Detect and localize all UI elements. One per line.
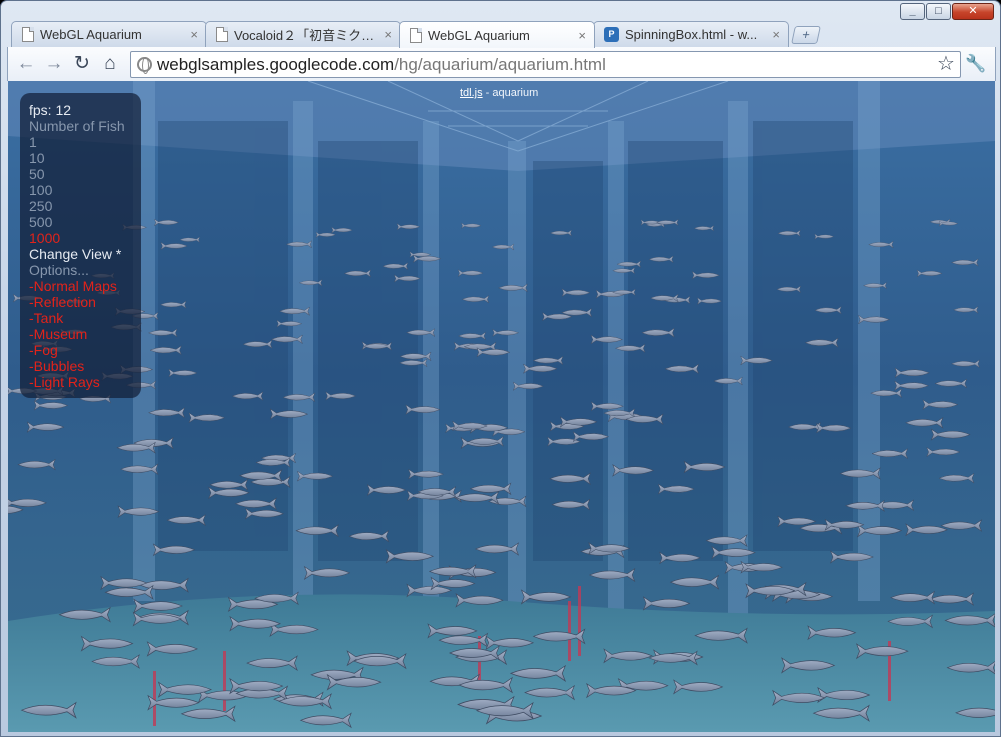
home-button[interactable]: ⌂: [98, 52, 122, 76]
toggle-light-rays[interactable]: -Light Rays: [29, 374, 141, 390]
page-icon: [22, 27, 34, 42]
tab-vocaloid[interactable]: Vocaloid２「初音ミク」... ×: [205, 21, 401, 47]
page-icon: [216, 27, 228, 42]
title-bar: _ □ ✕ WebGL Aquarium × Vocaloid２「初音ミク」..…: [1, 1, 1000, 49]
close-tab-icon[interactable]: ×: [578, 28, 586, 43]
url-host: webglsamples.googlecode.com: [157, 55, 395, 74]
change-view-button[interactable]: Change View *: [29, 246, 141, 262]
maximize-button[interactable]: □: [926, 3, 951, 20]
wrench-menu-icon[interactable]: 🔧: [965, 52, 986, 76]
p-icon: P: [604, 27, 619, 42]
fish-count-10[interactable]: 10: [29, 150, 141, 166]
credit-line: tdl.js - aquarium: [460, 87, 538, 99]
tab-title: Vocaloid２「初音ミク」...: [234, 28, 379, 43]
tab-title: SpinningBox.html - w...: [625, 27, 758, 42]
toggle-museum[interactable]: -Museum: [29, 326, 141, 342]
credit-text: - aquarium: [482, 87, 539, 99]
window-controls: _ □ ✕: [900, 3, 994, 20]
browser-window: _ □ ✕ WebGL Aquarium × Vocaloid２「初音ミク」..…: [0, 0, 1001, 737]
forward-button[interactable]: →: [42, 52, 66, 76]
globe-icon: [137, 57, 152, 74]
fish-count-50[interactable]: 50: [29, 166, 141, 182]
fish-count-100[interactable]: 100: [29, 182, 141, 198]
toggle-bubbles[interactable]: -Bubbles: [29, 358, 141, 374]
page-content: tdl.js - aquarium fps: 12 Number of Fish…: [8, 81, 995, 732]
number-of-fish-label: Number of Fish: [29, 118, 125, 134]
close-tab-icon[interactable]: ×: [190, 27, 198, 42]
close-tab-icon[interactable]: ×: [772, 27, 780, 42]
tab-title: WebGL Aquarium: [40, 27, 142, 42]
tab-title: WebGL Aquarium: [428, 27, 530, 43]
toggle-fog[interactable]: -Fog: [29, 342, 141, 358]
back-button[interactable]: ←: [14, 52, 38, 76]
close-tab-icon[interactable]: ×: [384, 27, 392, 42]
aquarium-scene[interactable]: [8, 81, 995, 732]
fish-count-250[interactable]: 250: [29, 198, 141, 214]
new-tab-button[interactable]: +: [791, 26, 821, 44]
reload-button[interactable]: ↻: [70, 52, 94, 76]
tab-webgl-aquarium-active[interactable]: WebGL Aquarium ×: [399, 21, 595, 48]
address-bar[interactable]: webglsamples.googlecode.com/hg/aquarium/…: [130, 51, 961, 78]
fish-count-500[interactable]: 500: [29, 214, 141, 230]
page-icon: [410, 27, 422, 43]
fps-readout: fps: 12: [29, 102, 72, 118]
fish-count-1000[interactable]: 1000: [29, 230, 141, 246]
tab-strip: WebGL Aquarium × Vocaloid２「初音ミク」... × We…: [11, 21, 821, 48]
toggle-tank[interactable]: -Tank: [29, 310, 141, 326]
tab-spinningbox[interactable]: P SpinningBox.html - w... ×: [593, 21, 789, 47]
toolbar: ← → ↻ ⌂ webglsamples.googlecode.com/hg/a…: [7, 47, 996, 81]
tab-webgl-aquarium-1[interactable]: WebGL Aquarium ×: [11, 21, 207, 47]
url-path: /hg/aquarium/aquarium.html: [394, 55, 606, 74]
hud-panel: fps: 12 Number of Fish 1 10 50 100 250 5…: [20, 93, 141, 398]
options-button[interactable]: Options...: [29, 262, 141, 278]
bookmark-star-icon[interactable]: ☆: [937, 52, 955, 76]
minimize-button[interactable]: _: [900, 3, 925, 20]
toggle-reflection[interactable]: -Reflection: [29, 294, 141, 310]
close-button[interactable]: ✕: [952, 3, 994, 20]
fish-count-1[interactable]: 1: [29, 134, 141, 150]
toggle-normal-maps[interactable]: -Normal Maps: [29, 278, 141, 294]
tdl-link[interactable]: tdl.js: [460, 87, 483, 99]
